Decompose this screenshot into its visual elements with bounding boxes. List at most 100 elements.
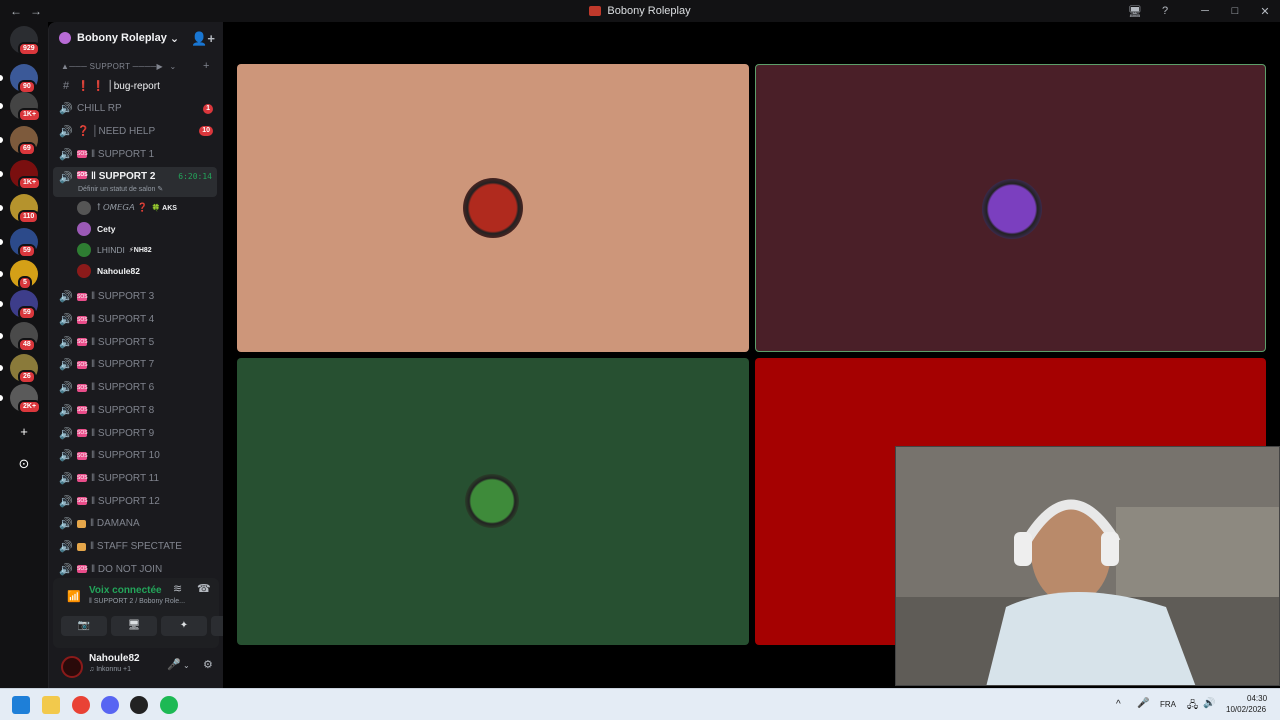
clock-date[interactable]: 10/02/2026 — [1226, 705, 1266, 714]
hash-icon: # — [62, 80, 70, 92]
back-icon[interactable]: ← — [10, 4, 22, 18]
unread-badge: 59 — [18, 244, 36, 258]
participant-tile[interactable] — [755, 64, 1266, 352]
unread-pill — [0, 103, 3, 109]
server-header[interactable]: Bobony Roleplay ⌄ 👤+ — [49, 22, 223, 54]
help-icon[interactable]: ? — [1150, 5, 1180, 17]
category-support[interactable]: ▲─── SUPPORT ────▶ ⌄ + — [61, 60, 209, 72]
voice-channel[interactable]: 🔊 CHILL RP 1 — [53, 99, 217, 119]
tray-chevron-icon[interactable]: ^ — [1116, 699, 1121, 710]
unread-pill — [0, 271, 3, 277]
add-channel-icon[interactable]: + — [203, 60, 210, 72]
sos-icon: SOS — [77, 170, 88, 179]
unread-badge: 26 — [18, 370, 36, 384]
voice-user[interactable]: Nahoule82 — [77, 262, 140, 280]
channel-name: ❗ ❗ │bug-report — [77, 80, 160, 92]
minimize-icon[interactable]: ─ — [1190, 5, 1220, 17]
sos-icon: SOS — [77, 360, 88, 369]
voice-channel[interactable]: 🔊 SOS ‖ SUPPORT 9 — [53, 423, 217, 443]
unread-badge: 69 — [18, 142, 36, 156]
channel-sidebar: Bobony Roleplay ⌄ 👤+ ▲─── SUPPORT ────▶ … — [48, 22, 223, 688]
mic-icon[interactable]: 🎤 — [1137, 698, 1149, 709]
voice-channel-link[interactable]: ‖ SUPPORT 2 / Bobony Role... — [89, 598, 185, 605]
invite-icon[interactable]: 👤+ — [191, 31, 215, 47]
channel-status[interactable]: Définir un statut de salon ✎ — [78, 185, 163, 193]
participant-tile[interactable] — [237, 64, 749, 352]
mic-icon[interactable]: 🎤 — [167, 658, 181, 671]
sos-icon: SOS — [77, 406, 88, 415]
voice-channel[interactable]: 🔊 SOS ‖ DO NOT JOIN — [53, 559, 217, 579]
inbox-icon[interactable]: 🖥 — [1120, 5, 1150, 18]
voice-channel[interactable]: 🔊 ‖ STAFF SPECTATE — [53, 537, 217, 557]
voice-channel[interactable]: 🔊 SOS ‖ SUPPORT 6 — [53, 378, 217, 398]
file-explorer-icon[interactable] — [42, 696, 60, 714]
sos-icon: SOS — [77, 292, 88, 301]
server-logo-icon — [589, 6, 602, 16]
avatar[interactable] — [61, 656, 83, 678]
close-icon[interactable]: ✕ — [1250, 5, 1280, 18]
voice-user[interactable]: ꝉ 𝘖𝘔𝘌𝘎𝘈 ❓ 🍀 AKS — [77, 199, 177, 217]
sos-icon: SOS — [77, 429, 88, 437]
add-server-icon[interactable]: + — [14, 422, 34, 442]
unread-pill — [0, 301, 3, 307]
screen-share-button[interactable]: 🖥 — [111, 616, 157, 636]
voice-channel[interactable]: 🔊 SOS ‖ SUPPORT 2 6:20:14 Définir un statut … — [53, 166, 217, 197]
channel-name: ‖ DAMANA — [90, 518, 140, 530]
chevron-down-icon[interactable]: ⌄ — [183, 661, 190, 670]
maximize-icon[interactable]: □ — [1220, 5, 1250, 17]
camera-button[interactable]: 📷 — [61, 616, 107, 636]
unread-pill — [0, 395, 3, 401]
voice-channel[interactable]: 🔊 SOS ‖ SUPPORT 7 — [53, 355, 217, 375]
voice-channel[interactable]: 🔊 SOS ‖ SUPPORT 4 — [53, 310, 217, 330]
username[interactable]: Nahoule82 — [89, 653, 140, 664]
language-indicator[interactable]: FRA — [1160, 700, 1176, 709]
chrome-icon[interactable] — [72, 696, 90, 714]
unread-pill — [0, 365, 3, 371]
disconnect-icon[interactable]: ☎ — [197, 582, 211, 595]
channel-name: ‖ SUPPORT 2 — [91, 170, 156, 182]
speaker-icon: 🔊 — [59, 427, 73, 440]
voice-channel[interactable]: 🔊 ‖ DAMANA — [53, 514, 217, 534]
sos-icon: SOS — [77, 565, 88, 574]
call-timer: 6:20:14 — [178, 171, 212, 181]
sos-icon: SOS — [77, 383, 88, 392]
voice-channel[interactable]: 🔊 SOS ‖ SUPPORT 12 — [53, 491, 217, 511]
voice-channel[interactable]: 🔊 SOS ‖ SUPPORT 1 — [53, 144, 217, 164]
unread-badge: 59 — [18, 306, 36, 320]
voice-channel[interactable]: 🔊 SOS ‖ SUPPORT 10 — [53, 446, 217, 466]
channel-name: ‖ SUPPORT 7 — [91, 359, 155, 371]
soundboard-button[interactable]: 🚀 — [211, 616, 223, 636]
speaker-icon: 🔊 — [59, 314, 73, 326]
spotify-icon[interactable] — [160, 696, 178, 714]
signal-icon[interactable]: 📶 — [67, 590, 81, 603]
voice-channel[interactable]: 🔊 SOS ‖ SUPPORT 5 — [53, 332, 217, 352]
start-icon[interactable] — [12, 696, 30, 714]
channel-name: ‖ SUPPORT 1 — [91, 148, 155, 160]
voice-channel[interactable]: 🔊 SOS ‖ SUPPORT 3 — [53, 287, 217, 307]
settings-icon[interactable]: ⚙ — [203, 658, 213, 671]
voice-user[interactable]: Cety — [77, 220, 115, 238]
channel-name: CHILL RP — [77, 103, 122, 115]
participant-tile[interactable] — [237, 358, 749, 645]
voice-status[interactable]: Voix connectée — [89, 585, 162, 596]
text-channel[interactable]: # ❗ ❗ │bug-report — [53, 76, 217, 96]
speaker-icon: 🔊 — [59, 382, 73, 395]
discord-icon[interactable] — [101, 696, 119, 714]
avatar — [77, 263, 91, 278]
voice-channel[interactable]: 🔊 ❓ │NEED HELP 10 — [53, 121, 217, 141]
clock-time[interactable]: 04:30 — [1247, 694, 1267, 703]
mention-badge: 10 — [199, 126, 213, 137]
sos-icon: SOS — [77, 338, 88, 347]
speaker-icon[interactable]: 🔊 — [1203, 698, 1215, 709]
unread-badge: 110 — [18, 210, 40, 224]
user-tag: 🍀 AKS — [151, 204, 177, 212]
voice-channel[interactable]: 🔊 SOS ‖ SUPPORT 8 — [53, 400, 217, 420]
voice-channel[interactable]: 🔊 SOS ‖ SUPPORT 11 — [53, 468, 217, 488]
noise-suppression-icon[interactable]: ≋ — [173, 582, 182, 595]
obs-icon[interactable] — [130, 696, 148, 714]
discover-icon[interactable]: ⊙ — [14, 454, 34, 474]
network-icon[interactable]: 🖧 — [1187, 698, 1198, 715]
forward-icon[interactable]: → — [30, 4, 42, 18]
activities-button[interactable]: ✦ — [161, 616, 207, 636]
voice-user[interactable]: LHINDI ⚡NH82 — [77, 241, 152, 259]
